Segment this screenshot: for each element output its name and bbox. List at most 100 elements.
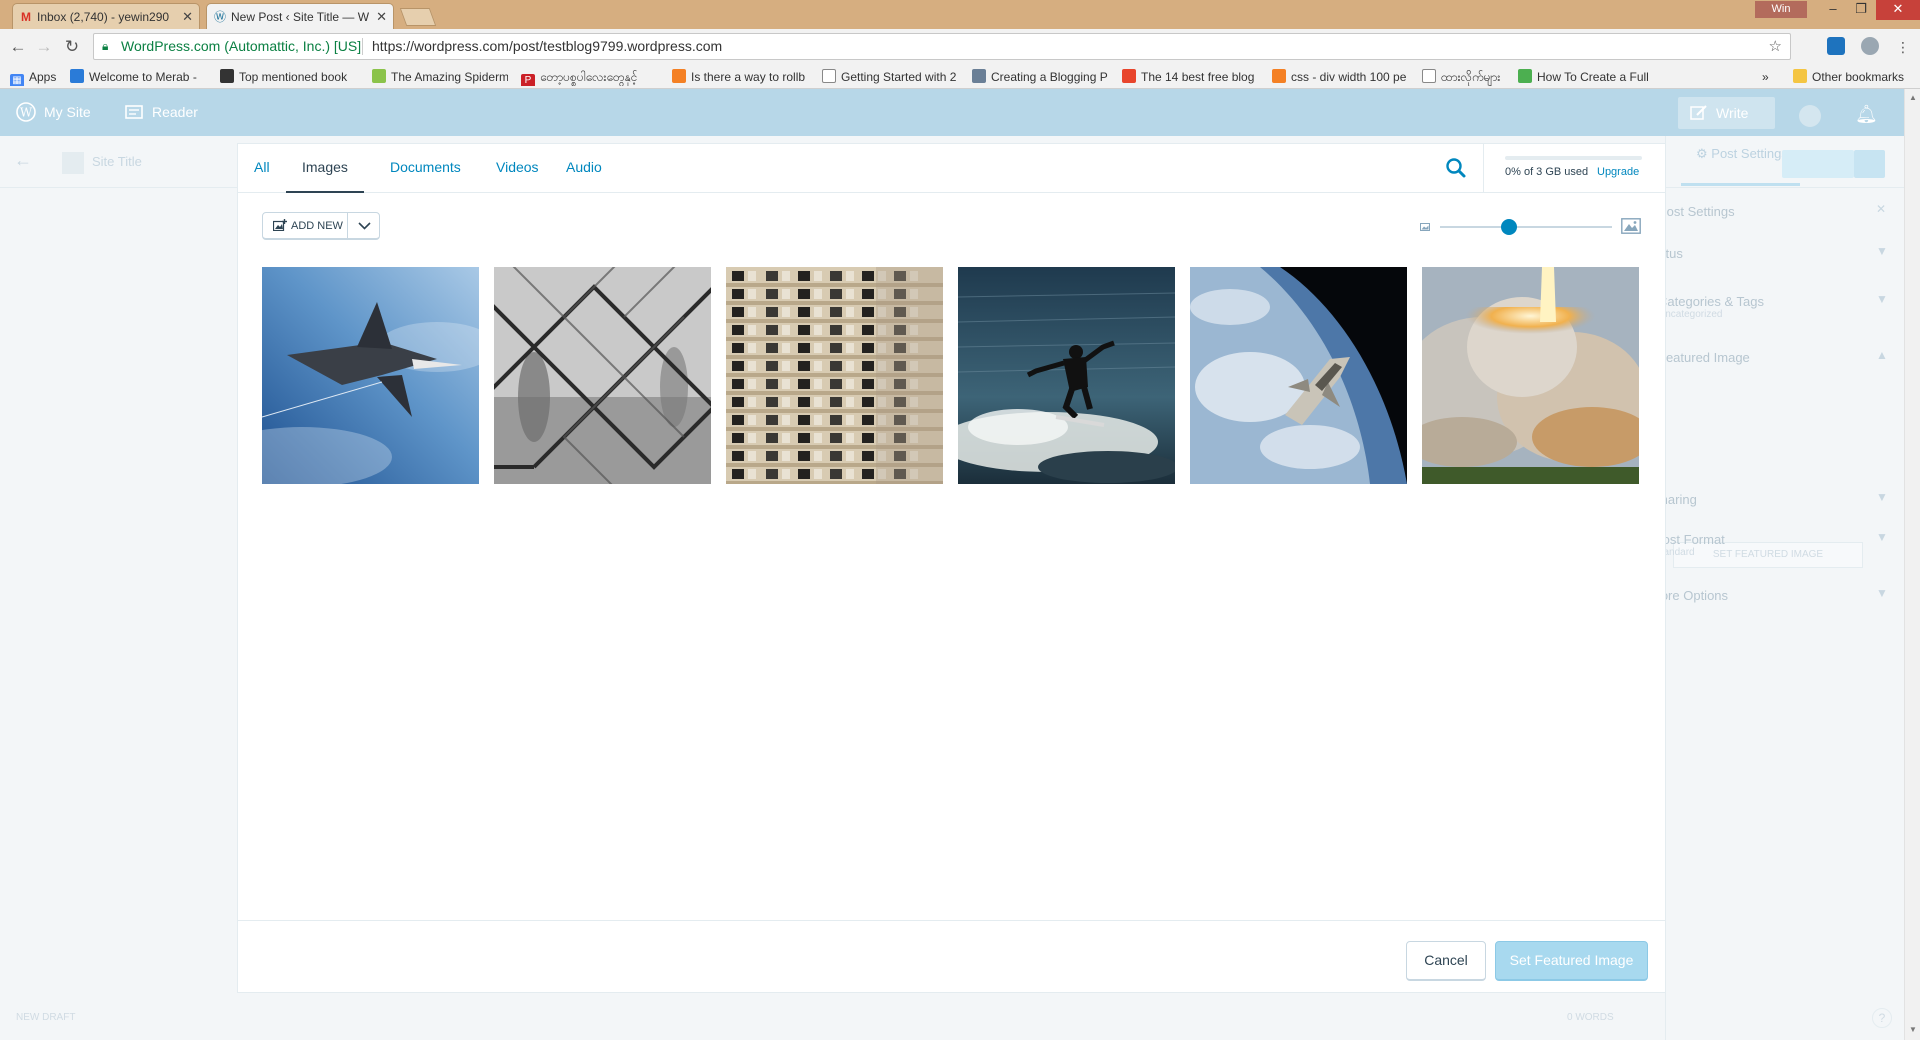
profile-badge[interactable]: Win: [1755, 1, 1807, 18]
bookmark-item[interactable]: The 14 best free blog: [1122, 68, 1258, 86]
slider-handle[interactable]: [1500, 219, 1517, 235]
media-item-space-shuttle[interactable]: [262, 267, 479, 484]
media-grid: [262, 267, 1642, 484]
bookmark-item[interactable]: Top mentioned book: [220, 68, 356, 86]
search-icon[interactable]: [1442, 154, 1470, 182]
building-window-light: [814, 343, 822, 353]
sidebar-header: ⚙ Post Settings: [1666, 136, 1905, 188]
address-bar[interactable]: 🔒︎ WordPress.com (Automattic, Inc.) [US]…: [93, 33, 1791, 60]
bookmark-item[interactable]: How To Create a Full: [1518, 68, 1650, 86]
write-button[interactable]: Write: [1678, 97, 1775, 129]
browser-tab-inbox[interactable]: M Inbox (2,740) - yewin290 ✕: [12, 3, 200, 29]
section-label: Categories & Tags: [1658, 294, 1764, 309]
building-window: [766, 307, 778, 317]
scroll-up-icon[interactable]: ▲: [1909, 93, 1917, 102]
help-icon[interactable]: ?: [1872, 1008, 1892, 1028]
section-label: Post Settings: [1658, 204, 1735, 219]
building-window: [766, 433, 778, 443]
bookmark-item[interactable]: css - div width 100 pe: [1272, 68, 1408, 86]
building-window: [830, 397, 842, 407]
tab-all[interactable]: All: [238, 144, 286, 193]
browser-tab-new-post[interactable]: Ⓦ New Post ‹ Site Title — W ✕: [206, 3, 394, 29]
building-window-light: [814, 361, 822, 371]
svg-text:W: W: [20, 106, 33, 120]
back-arrow-icon[interactable]: ←: [8, 37, 28, 57]
calendar-icon[interactable]: [1854, 150, 1885, 178]
publish-button[interactable]: [1782, 150, 1854, 178]
close-icon[interactable]: ✕: [1876, 202, 1886, 216]
bookmark-item[interactable]: Getting Started with 2: [822, 68, 958, 86]
add-new-button[interactable]: ADD NEW: [263, 213, 348, 239]
other-bookmarks-folder[interactable]: Other bookmarks: [1793, 68, 1913, 86]
building-window-light: [782, 343, 790, 353]
reader-link[interactable]: Reader: [124, 89, 198, 136]
media-item-chain-link-fence[interactable]: [494, 267, 711, 484]
media-filter-bar: All Images Documents Videos Audio 0% of …: [238, 144, 1665, 193]
reload-icon[interactable]: ↻: [62, 37, 82, 57]
reader-icon: [125, 105, 143, 119]
menu-kebab-icon[interactable]: ⋮: [1893, 37, 1913, 57]
building-window: [862, 433, 874, 443]
tab-label: All: [254, 159, 270, 175]
building-window: [862, 379, 874, 389]
building-window-light: [814, 433, 822, 443]
building-window-light: [748, 469, 756, 479]
bookmark-label: Apps: [29, 70, 57, 84]
building-window: [732, 307, 744, 317]
notifications-bell-icon[interactable]: 🔔︎: [1855, 104, 1878, 125]
page-scrollbar[interactable]: ▲ ▼: [1904, 89, 1920, 1040]
window-close-icon[interactable]: ✕: [1876, 0, 1920, 20]
bookmark-item[interactable]: P တော့ပစ္စပါလေးတွေနှင့်: [521, 68, 657, 86]
upgrade-link[interactable]: Upgrade: [1597, 166, 1639, 178]
building-window-light: [782, 469, 790, 479]
media-item-surfer[interactable]: [958, 267, 1175, 484]
building-window: [798, 451, 810, 461]
extension-icon[interactable]: [1861, 37, 1879, 55]
extension-icon[interactable]: [1827, 37, 1845, 55]
close-tab-icon[interactable]: ✕: [376, 4, 387, 29]
media-item-rocket-launch[interactable]: [1422, 267, 1639, 484]
building-window: [798, 433, 810, 443]
building-window-light: [814, 379, 822, 389]
avatar[interactable]: [1799, 105, 1821, 127]
my-site-link[interactable]: W My Site: [16, 89, 91, 136]
bookmark-item[interactable]: Is there a way to rollb: [672, 68, 808, 86]
set-featured-image-button[interactable]: Set Featured Image: [1495, 941, 1648, 981]
bookmark-label: Getting Started with 2: [841, 70, 957, 84]
tab-documents[interactable]: Documents: [374, 144, 477, 193]
building-window: [732, 415, 744, 425]
bookmark-item[interactable]: Welcome to Merab -: [70, 68, 202, 86]
tab-images[interactable]: Images: [286, 144, 364, 193]
chevron-up-icon: ▲: [1876, 348, 1888, 362]
building-window: [732, 397, 744, 407]
bookmark-label: Welcome to Merab -: [89, 70, 197, 84]
cancel-button[interactable]: Cancel: [1406, 941, 1486, 981]
bookmark-label: Is there a way to rollb: [691, 70, 806, 84]
minimize-icon[interactable]: –: [1819, 0, 1847, 20]
new-tab-button[interactable]: [399, 8, 437, 26]
scroll-down-icon[interactable]: ▼: [1909, 1025, 1917, 1034]
media-item-apartment-building[interactable]: [726, 267, 943, 484]
tab-videos[interactable]: Videos: [480, 144, 555, 193]
bookmark-apps[interactable]: ▦ Apps: [10, 68, 62, 86]
bookmark-item[interactable]: Creating a Blogging P: [972, 68, 1108, 86]
close-tab-icon[interactable]: ✕: [182, 4, 193, 29]
building-window-light: [782, 433, 790, 443]
tab-audio[interactable]: Audio: [550, 144, 618, 193]
restore-icon[interactable]: ❐: [1847, 0, 1875, 20]
building-window-light: [782, 307, 790, 317]
forward-arrow-icon[interactable]: →: [34, 37, 54, 57]
building-window: [798, 397, 810, 407]
bookmark-item[interactable]: ထားလိုက်များ: [1422, 68, 1512, 86]
stackoverflow-icon: [1272, 69, 1286, 83]
bookmark-item[interactable]: The Amazing Spiderm: [372, 68, 508, 86]
back-arrow-icon[interactable]: ←: [14, 150, 32, 171]
media-item-shuttle-over-earth[interactable]: [1190, 267, 1407, 484]
bookmark-star-icon[interactable]: ☆: [1769, 34, 1782, 59]
pencil-icon: [1690, 105, 1707, 120]
add-new-dropdown[interactable]: [349, 213, 380, 239]
bookmark-label: Top mentioned book: [239, 70, 348, 84]
slider-track[interactable]: [1440, 226, 1612, 228]
more-bookmarks-chevron-icon[interactable]: »: [1762, 68, 1774, 86]
building-window-light: [782, 451, 790, 461]
